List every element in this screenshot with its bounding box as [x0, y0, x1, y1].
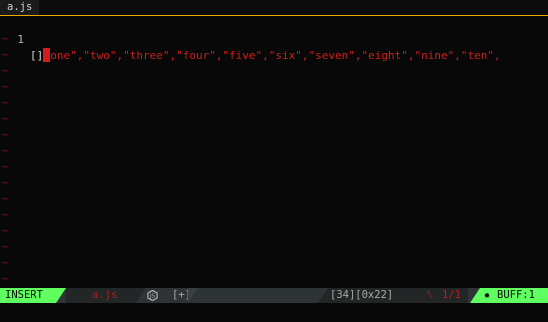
- empty-line-marker: ~: [2, 98, 9, 109]
- command-line[interactable]: [0, 303, 548, 322]
- empty-line-marker: ~: [2, 194, 9, 205]
- file-separator: [136, 288, 145, 303]
- cursor-position: [34][0x22]: [330, 289, 394, 301]
- empty-line-marker: ~: [2, 226, 9, 237]
- nodejs-hexagon-icon: JS: [147, 290, 158, 301]
- empty-line-marker: ~: [2, 242, 9, 253]
- empty-line-marker: ~: [2, 82, 9, 93]
- code-brackets: []: [30, 49, 44, 62]
- empty-line-marker: ~: [2, 130, 9, 141]
- tab-a-js[interactable]: a.js: [0, 0, 40, 15]
- position-separator: [318, 288, 328, 303]
- empty-line-marker: ~: [2, 146, 9, 157]
- empty-line-marker: ~: [2, 210, 9, 221]
- middle-separator: [188, 288, 198, 303]
- mode-separator: [56, 288, 66, 303]
- buffer-indicator: BUFF:1: [497, 289, 535, 301]
- empty-line-marker: ~: [2, 114, 9, 125]
- line-number: 1: [17, 33, 24, 46]
- editor-line-1[interactable]: 1 [] one","two","three","four","five","si…: [0, 16, 548, 62]
- statusline: INSERT a.js JS [+] [34][0x22] ␤ 1/1 ✹ BU…: [0, 288, 548, 303]
- line-content[interactable]: [] one","two","three","four","five","six"…: [30, 48, 501, 64]
- empty-line-marker: ~: [2, 66, 9, 77]
- empty-line-marker: ~: [2, 50, 9, 61]
- editor-area[interactable]: 1 [] one","two","three","four","five","si…: [0, 16, 548, 288]
- empty-line-marker: ~: [2, 34, 9, 45]
- tabline: a.js: [0, 0, 548, 16]
- svg-text:JS: JS: [149, 294, 156, 300]
- buffer-separator: [470, 288, 480, 303]
- gear-icon: ✹: [484, 290, 491, 301]
- code-text: one","two","three","four","five","six","…: [50, 49, 501, 62]
- empty-line-marker: ~: [2, 274, 9, 285]
- statusline-filename[interactable]: a.js: [92, 288, 117, 303]
- mode-indicator: INSERT: [0, 288, 56, 303]
- empty-line-marker: ~: [2, 258, 9, 269]
- empty-line-marker: ~: [2, 178, 9, 189]
- line-info: 1/1: [442, 289, 461, 301]
- empty-line-marker: ~: [2, 162, 9, 173]
- line-number-icon: ␤: [426, 290, 434, 301]
